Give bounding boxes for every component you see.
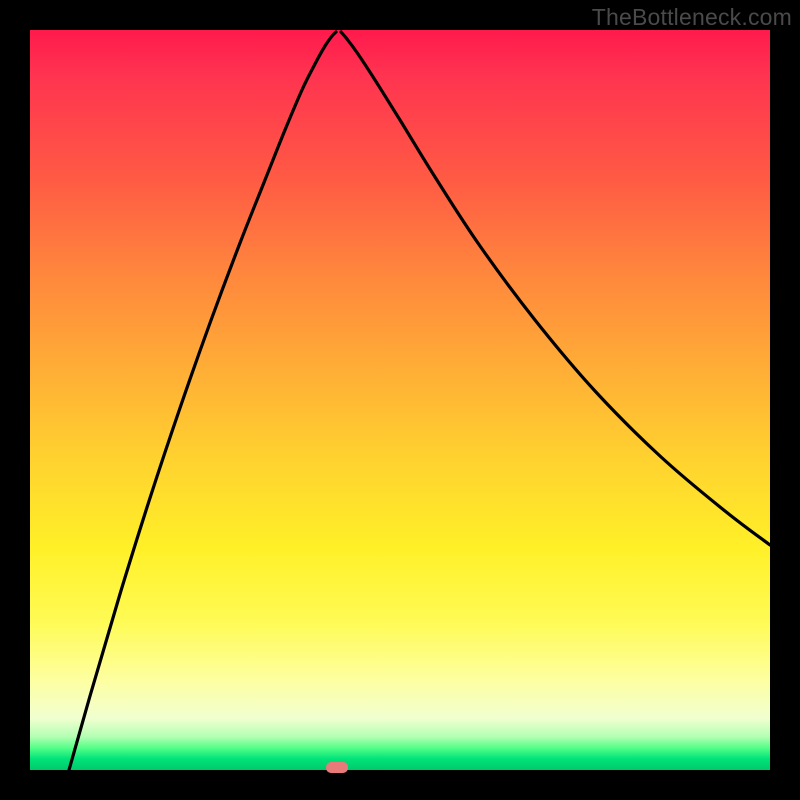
bottleneck-curve <box>30 30 770 770</box>
curve-left-branch <box>69 32 336 770</box>
plot-area <box>30 30 770 770</box>
watermark-text: TheBottleneck.com <box>592 4 792 31</box>
chart-frame: TheBottleneck.com <box>0 0 800 800</box>
minimum-marker <box>326 762 348 773</box>
curve-right-branch <box>341 32 770 545</box>
